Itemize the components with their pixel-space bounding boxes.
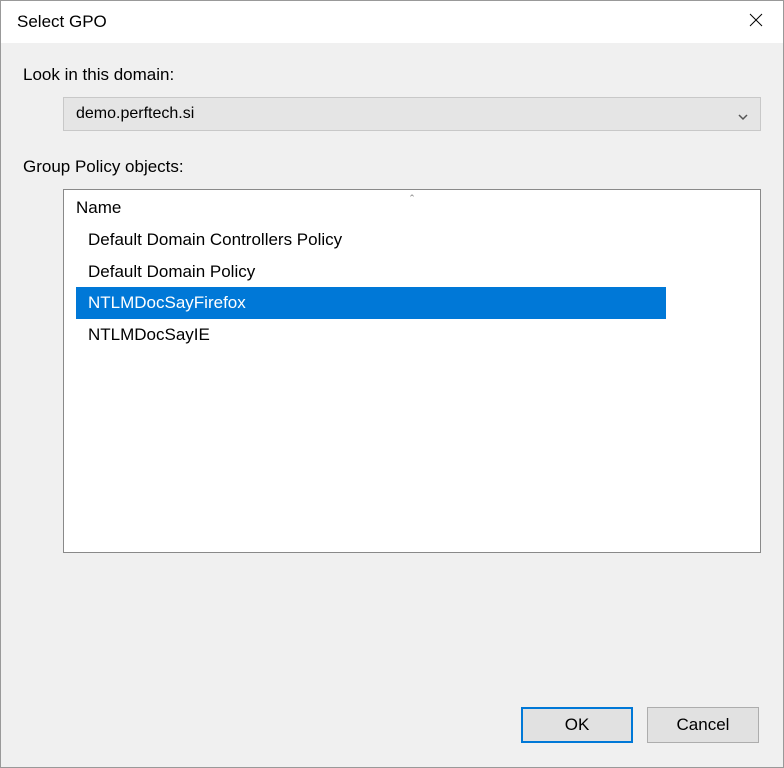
ok-button[interactable]: OK xyxy=(521,707,633,743)
dialog-content: Look in this domain: demo.perftech.si Gr… xyxy=(1,43,783,767)
ok-button-label: OK xyxy=(565,715,590,735)
list-item[interactable]: Default Domain Controllers Policy xyxy=(76,224,666,256)
cancel-button-label: Cancel xyxy=(677,715,730,735)
close-icon xyxy=(749,13,763,31)
cancel-button[interactable]: Cancel xyxy=(647,707,759,743)
gpo-listbox[interactable]: ⌃ Name Default Domain Controllers Policy… xyxy=(63,189,761,553)
gpo-label: Group Policy objects: xyxy=(23,157,761,177)
chevron-down-icon xyxy=(738,109,748,119)
domain-label: Look in this domain: xyxy=(23,65,761,85)
domain-value: demo.perftech.si xyxy=(76,105,194,123)
column-header-name[interactable]: ⌃ Name xyxy=(64,190,760,224)
list-item[interactable]: Default Domain Policy xyxy=(76,256,666,288)
window-title: Select GPO xyxy=(13,4,111,40)
sort-caret-icon: ⌃ xyxy=(408,194,416,203)
column-header-text: Name xyxy=(76,198,121,217)
titlebar: Select GPO xyxy=(1,1,783,43)
list-item[interactable]: NTLMDocSayIE xyxy=(76,319,666,351)
list-item[interactable]: NTLMDocSayFirefox xyxy=(76,287,666,319)
dialog-window: Select GPO Look in this domain: demo.per… xyxy=(0,0,784,768)
domain-select[interactable]: demo.perftech.si xyxy=(63,97,761,131)
close-button[interactable] xyxy=(729,1,783,43)
gpo-list: Default Domain Controllers PolicyDefault… xyxy=(64,224,760,350)
dialog-footer: OK Cancel xyxy=(521,707,759,743)
